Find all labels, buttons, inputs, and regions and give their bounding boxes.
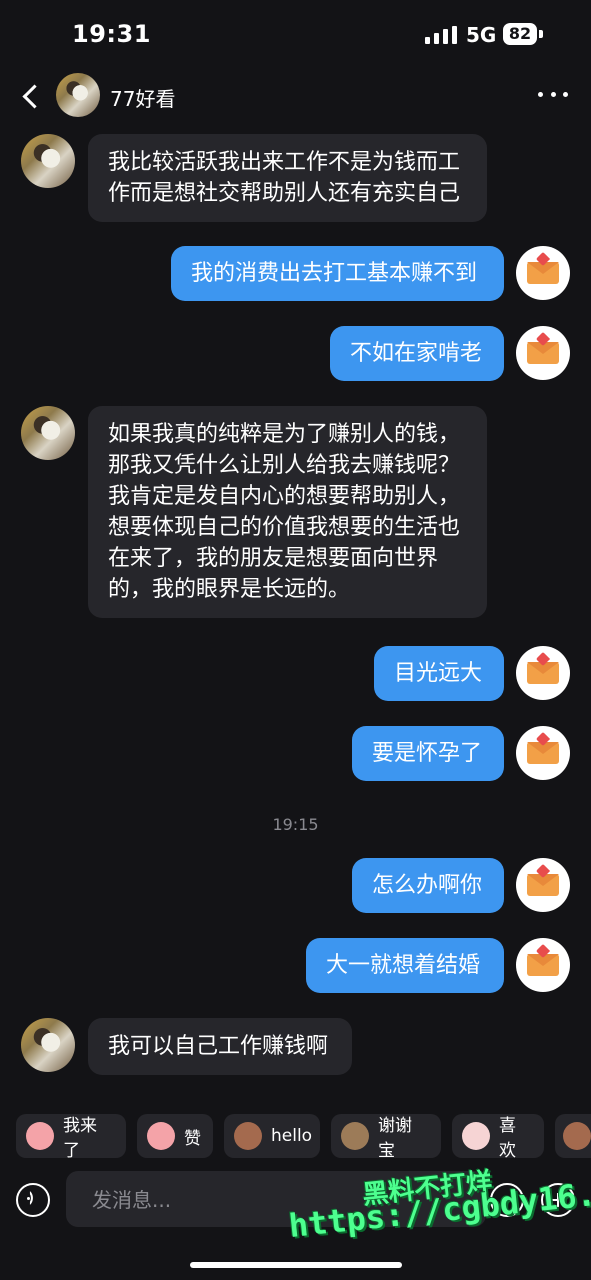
quick-reply-chip[interactable]: 我来了 xyxy=(16,1114,126,1161)
quick-reply-chip[interactable]: 赞 xyxy=(137,1114,213,1158)
message-bubble-incoming[interactable]: 我比较活跃我出来工作不是为钱而工作而是想社交帮助别人还有充实自己 xyxy=(88,134,487,222)
sticker-icon xyxy=(234,1122,262,1150)
message-bubble-outgoing[interactable]: 我的消费出去打工基本赚不到 xyxy=(171,246,504,301)
message-bubble-outgoing[interactable]: 要是怀孕了 xyxy=(352,726,504,781)
contact-avatar[interactable] xyxy=(56,73,100,117)
voice-input-icon[interactable] xyxy=(16,1183,50,1217)
message-bubble-outgoing[interactable]: 不如在家啃老 xyxy=(330,326,504,381)
contact-name[interactable]: 77好看 xyxy=(110,83,175,112)
my-avatar[interactable] xyxy=(516,646,570,700)
network-type: 5G xyxy=(466,23,497,47)
message-timestamp: 19:15 xyxy=(272,815,319,834)
quick-reply-chip-partial[interactable] xyxy=(555,1114,591,1158)
envelope-heart-icon xyxy=(527,874,559,896)
message-bubble-incoming[interactable]: 如果我真的纯粹是为了赚别人的钱，那我又凭什么让别人给我去赚钱呢？我肯定是发自内心… xyxy=(88,406,487,618)
status-time: 19:31 xyxy=(72,20,151,48)
message-bubble-outgoing[interactable]: 目光远大 xyxy=(374,646,504,701)
my-avatar[interactable] xyxy=(516,726,570,780)
battery-nub xyxy=(539,30,543,38)
quick-reply-label: 我来了 xyxy=(63,1116,97,1161)
quick-reply-label: 谢谢宝 xyxy=(378,1116,412,1161)
more-options-icon[interactable] xyxy=(538,82,568,106)
battery-icon: 82 xyxy=(503,23,537,45)
quick-reply-bar: 我来了 赞 hello 谢谢宝 喜欢 xyxy=(0,1110,591,1164)
sticker-icon xyxy=(462,1122,490,1150)
envelope-heart-icon xyxy=(527,262,559,284)
envelope-heart-icon xyxy=(527,742,559,764)
quick-reply-label: 喜欢 xyxy=(499,1116,516,1161)
quick-reply-label: hello xyxy=(271,1126,313,1146)
sticker-icon xyxy=(563,1122,591,1150)
message-bubble-incoming[interactable]: 我可以自己工作赚钱啊 xyxy=(88,1018,352,1075)
envelope-heart-icon xyxy=(527,954,559,976)
message-bubble-outgoing[interactable]: 怎么办啊你 xyxy=(352,858,504,913)
quick-reply-chip[interactable]: hello xyxy=(224,1114,320,1158)
envelope-heart-icon xyxy=(527,342,559,364)
contact-avatar[interactable] xyxy=(21,406,75,460)
my-avatar[interactable] xyxy=(516,326,570,380)
sticker-icon xyxy=(26,1122,54,1150)
my-avatar[interactable] xyxy=(516,858,570,912)
contact-avatar[interactable] xyxy=(21,134,75,188)
my-avatar[interactable] xyxy=(516,246,570,300)
chat-header: 77好看 xyxy=(0,70,591,124)
quick-reply-label: 赞 xyxy=(184,1128,201,1149)
status-bar: 19:31 5G 82 xyxy=(0,0,591,70)
home-indicator[interactable] xyxy=(190,1262,402,1268)
sticker-icon xyxy=(341,1122,369,1150)
quick-reply-chip[interactable]: 喜欢 xyxy=(452,1114,544,1161)
back-icon[interactable] xyxy=(18,80,48,114)
envelope-heart-icon xyxy=(527,662,559,684)
signal-icon xyxy=(425,26,457,44)
message-bubble-outgoing[interactable]: 大一就想着结婚 xyxy=(306,938,504,993)
sticker-icon xyxy=(147,1122,175,1150)
my-avatar[interactable] xyxy=(516,938,570,992)
quick-reply-chip[interactable]: 谢谢宝 xyxy=(331,1114,441,1161)
contact-avatar[interactable] xyxy=(21,1018,75,1072)
